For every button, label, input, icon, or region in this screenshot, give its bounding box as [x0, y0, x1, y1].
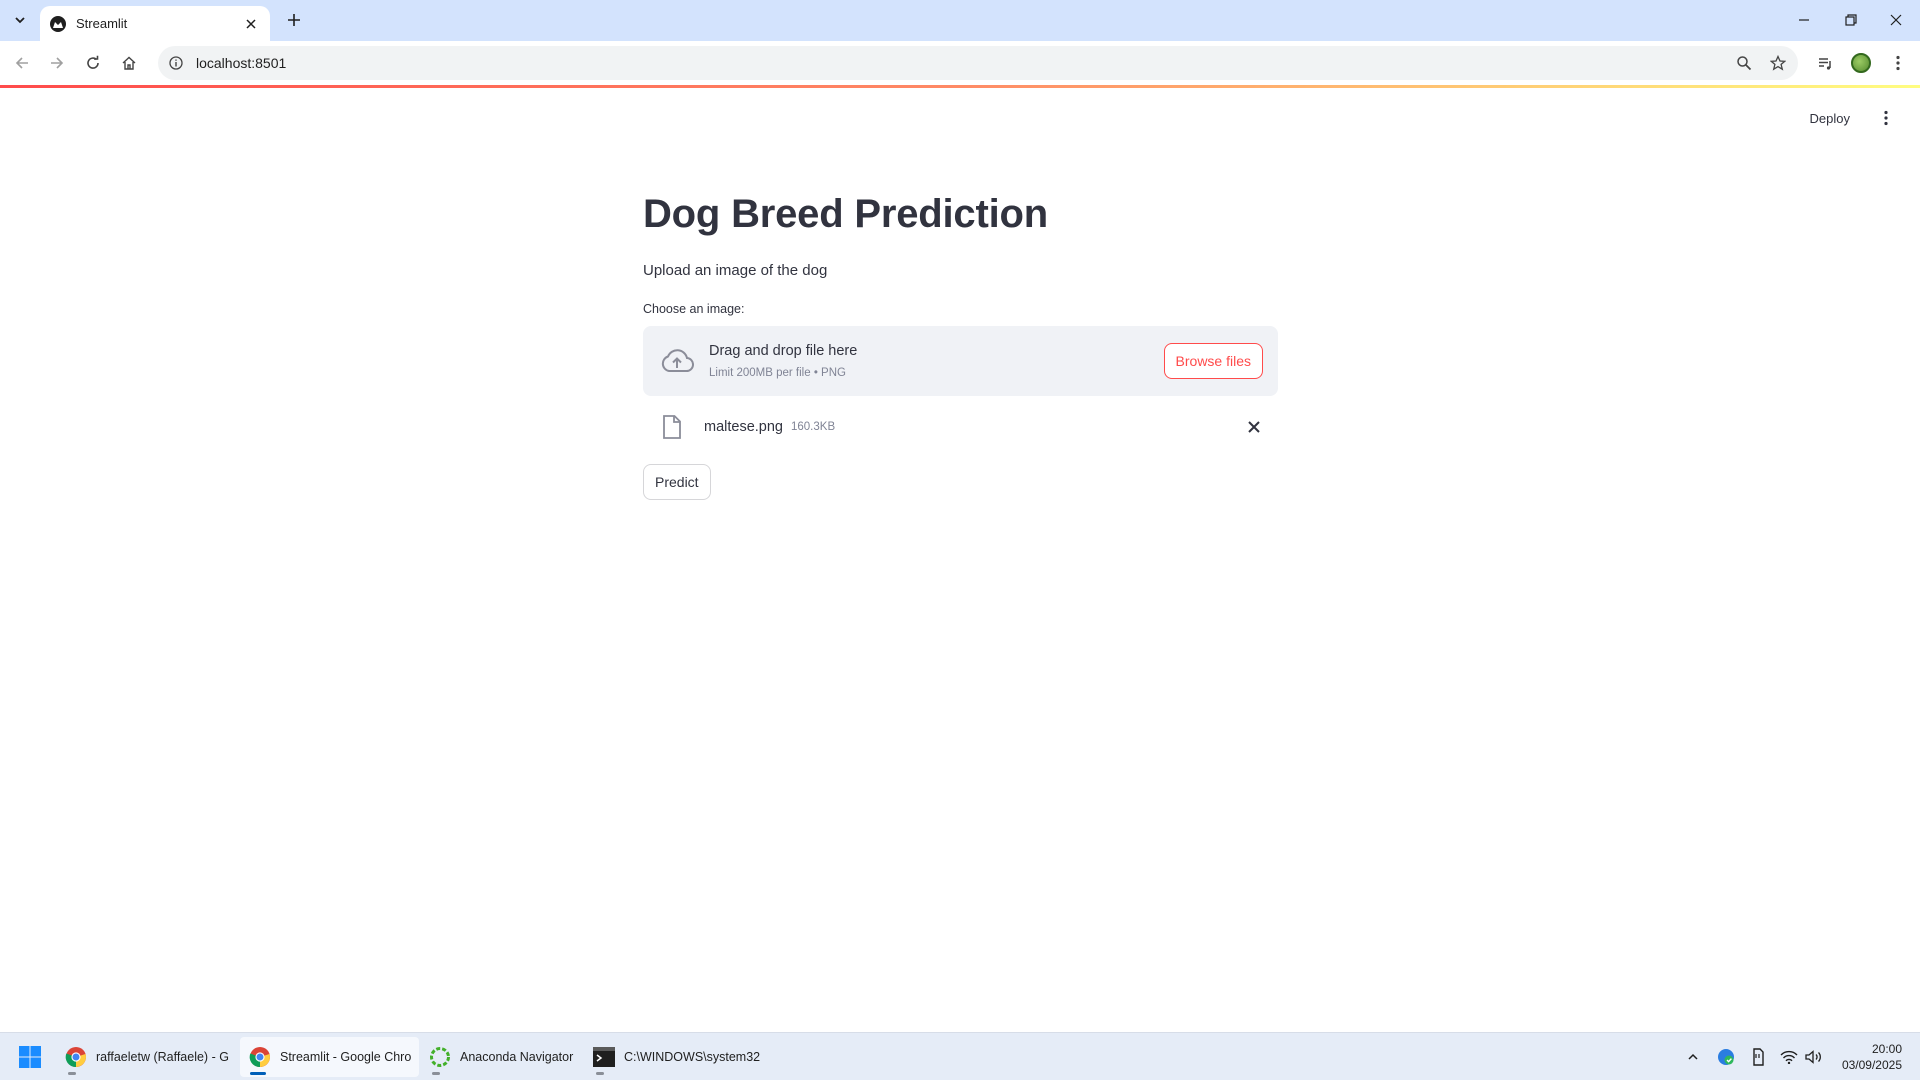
browser-menu-button[interactable]: [1884, 49, 1912, 77]
arrow-left-icon: [15, 57, 28, 69]
taskbar-running-indicator: [68, 1072, 76, 1075]
taskbar-app-chrome-streamlit[interactable]: Streamlit - Google Chro: [240, 1037, 420, 1077]
taskbar-app-label: Anaconda Navigator: [460, 1050, 574, 1064]
taskbar-app-label: raffaeletw (Raffaele) - G: [96, 1050, 229, 1064]
clock-date: 03/09/2025: [1841, 1058, 1902, 1072]
reload-icon: [87, 55, 99, 69]
close-icon: [1890, 14, 1902, 26]
zoom-icon[interactable]: [1730, 49, 1758, 77]
chrome-icon: [64, 1045, 88, 1069]
deploy-button[interactable]: Deploy: [1800, 105, 1860, 132]
taskbar-clock[interactable]: 20:00 03/09/2025: [1842, 1041, 1902, 1073]
chevron-up-icon: [1688, 1053, 1698, 1060]
avatar: [1851, 53, 1871, 73]
delete-file-button[interactable]: [1244, 417, 1264, 437]
page-title: Dog Breed Prediction: [643, 192, 1048, 236]
tab-search-button[interactable]: [6, 8, 34, 32]
taskbar-app-chrome-github[interactable]: raffaeletw (Raffaele) - G: [56, 1037, 237, 1077]
file-dropzone[interactable]: Drag and drop file here Limit 200MB per …: [643, 326, 1278, 396]
uploaded-file-size: 160.3KB: [791, 421, 836, 433]
media-controls-button[interactable]: [1811, 49, 1839, 77]
start-button[interactable]: [16, 1043, 44, 1071]
show-hidden-icons-button[interactable]: [1681, 1045, 1705, 1069]
terminal-icon: [592, 1045, 616, 1069]
browse-files-button[interactable]: Browse files: [1163, 343, 1263, 379]
site-info-icon[interactable]: [166, 53, 186, 73]
main-block: Dog Breed Prediction Upload an image of …: [643, 170, 1278, 500]
forward-button[interactable]: [43, 49, 71, 77]
kebab-menu-icon: [1884, 110, 1888, 126]
new-tab-button[interactable]: [280, 8, 308, 32]
uploaded-file-row: maltese.png 160.3KB: [643, 412, 1278, 442]
tab-title: Streamlit: [76, 16, 128, 31]
app-header-actions: Deploy: [1800, 104, 1900, 132]
home-icon: [122, 56, 136, 70]
dropzone-limit: Limit 200MB per file • PNG: [709, 367, 846, 379]
security-tray-icon[interactable]: [1714, 1045, 1738, 1069]
back-button[interactable]: [8, 49, 36, 77]
windows-logo-icon: [19, 1046, 41, 1068]
taskbar-app-label: C:\WINDOWS\system32: [624, 1050, 761, 1064]
url-text[interactable]: localhost:8501: [196, 55, 1730, 71]
volume-icon[interactable]: [1802, 1045, 1826, 1069]
predict-button[interactable]: Predict: [643, 464, 711, 500]
taskbar-app-anaconda[interactable]: Anaconda Navigator: [420, 1037, 581, 1077]
restore-icon: [1845, 14, 1857, 26]
file-icon: [660, 413, 684, 441]
file-uploader-label: Choose an image:: [643, 302, 745, 316]
plus-icon: [288, 14, 300, 26]
restore-button[interactable]: [1837, 6, 1865, 34]
profile-button[interactable]: [1847, 49, 1875, 77]
wifi-icon[interactable]: [1777, 1045, 1801, 1069]
streamlit-decoration-bar: [0, 85, 1920, 88]
browser-tab-strip: Streamlit: [0, 0, 1920, 41]
address-bar[interactable]: localhost:8501: [158, 46, 1798, 80]
streamlit-favicon-icon: [50, 15, 66, 32]
bookmark-star-icon[interactable]: [1764, 49, 1792, 77]
tab-close-icon[interactable]: [242, 15, 260, 33]
arrow-right-icon: [51, 57, 64, 69]
usb-device-icon[interactable]: [1746, 1045, 1770, 1069]
page-subtitle: Upload an image of the dog: [643, 262, 828, 279]
browser-toolbar: localhost:8501: [0, 41, 1920, 85]
chrome-icon: [248, 1045, 272, 1069]
minimize-icon: [1799, 19, 1809, 21]
anaconda-icon: [428, 1045, 452, 1069]
taskbar-app-terminal[interactable]: C:\WINDOWS\system32: [584, 1037, 768, 1077]
dropzone-instructions: Drag and drop file here Limit 200MB per …: [709, 343, 857, 379]
windows-taskbar: raffaeletw (Raffaele) - G Streamlit - Go…: [0, 1032, 1920, 1080]
app-main-menu-button[interactable]: [1872, 104, 1900, 132]
taskbar-running-indicator: [432, 1072, 440, 1075]
minimize-button[interactable]: [1790, 6, 1818, 34]
taskbar-running-indicator: [596, 1072, 604, 1075]
clock-time: 20:00: [1871, 1042, 1902, 1056]
playlist-icon: [1819, 58, 1831, 70]
kebab-menu-icon: [1896, 55, 1900, 71]
taskbar-app-label: Streamlit - Google Chro: [280, 1050, 412, 1064]
close-icon: [1248, 421, 1260, 433]
dropzone-title: Drag and drop file here: [709, 343, 858, 359]
chevron-down-icon: [15, 17, 25, 24]
cloud-upload-icon: [659, 343, 695, 379]
reload-button[interactable]: [79, 49, 107, 77]
uploaded-file-name: maltese.png: [704, 419, 783, 435]
taskbar-running-indicator: [250, 1072, 266, 1075]
browser-tab-streamlit[interactable]: Streamlit: [40, 6, 270, 41]
home-button[interactable]: [115, 49, 143, 77]
close-window-button[interactable]: [1882, 6, 1910, 34]
